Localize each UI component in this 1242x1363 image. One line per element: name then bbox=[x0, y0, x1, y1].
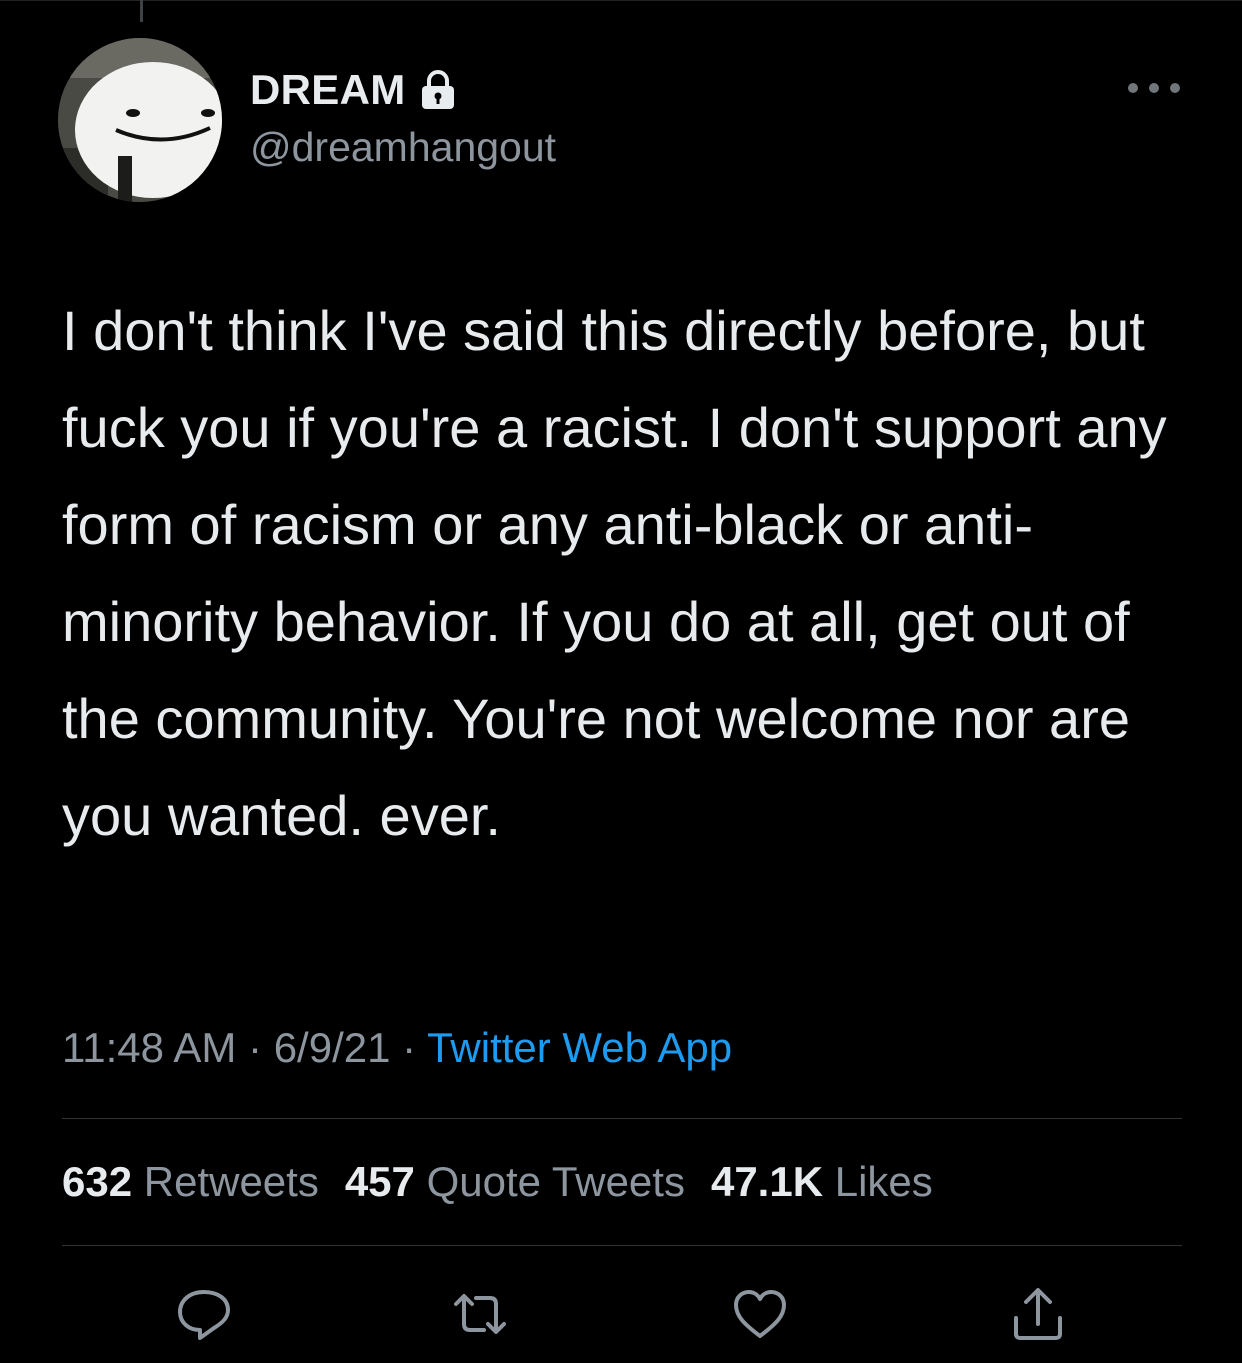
reply-icon[interactable] bbox=[174, 1286, 234, 1342]
more-dot bbox=[1170, 83, 1180, 93]
tweet-date[interactable]: 6/9/21 bbox=[274, 1024, 391, 1071]
retweet-icon[interactable] bbox=[450, 1286, 510, 1342]
retweets-label: Retweets bbox=[143, 1158, 319, 1205]
like-icon[interactable] bbox=[730, 1286, 790, 1342]
author-name[interactable]: DREAM bbox=[250, 66, 406, 114]
quotes-count: 457 bbox=[344, 1158, 415, 1205]
tweet-time[interactable]: 11:48 AM bbox=[62, 1024, 236, 1071]
meta-separator: · bbox=[248, 1024, 263, 1071]
more-dot bbox=[1149, 83, 1159, 93]
tweet-stats: 632 Retweets 457 Quote Tweets 47.1K Likes bbox=[62, 1158, 933, 1206]
likes-count: 47.1K bbox=[710, 1158, 824, 1205]
tweet-source-link[interactable]: Twitter Web App bbox=[427, 1024, 732, 1071]
tweet-metadata: 11:48 AM · 6/9/21 · Twitter Web App bbox=[62, 1024, 732, 1072]
quotes-stat[interactable]: 457 Quote Tweets bbox=[345, 1158, 685, 1205]
likes-stat[interactable]: 47.1K Likes bbox=[711, 1158, 933, 1205]
quotes-label: Quote Tweets bbox=[426, 1158, 685, 1205]
author-header: DREAM bbox=[250, 66, 458, 114]
meta-separator: · bbox=[402, 1024, 417, 1071]
avatar[interactable] bbox=[58, 38, 222, 202]
more-options-icon[interactable] bbox=[1128, 74, 1180, 102]
thread-connector-line bbox=[140, 0, 143, 22]
share-icon[interactable] bbox=[1008, 1286, 1068, 1342]
divider bbox=[62, 1118, 1182, 1119]
divider bbox=[62, 1245, 1182, 1246]
lock-icon bbox=[418, 69, 458, 111]
top-border bbox=[0, 0, 1242, 1]
tweet-text: I don't think I've said this directly be… bbox=[62, 299, 1167, 847]
retweets-count: 632 bbox=[62, 1158, 133, 1205]
likes-label: Likes bbox=[834, 1158, 933, 1205]
retweets-stat[interactable]: 632 Retweets bbox=[62, 1158, 319, 1205]
more-dot bbox=[1128, 83, 1138, 93]
author-handle[interactable]: @dreamhangout bbox=[250, 124, 556, 171]
